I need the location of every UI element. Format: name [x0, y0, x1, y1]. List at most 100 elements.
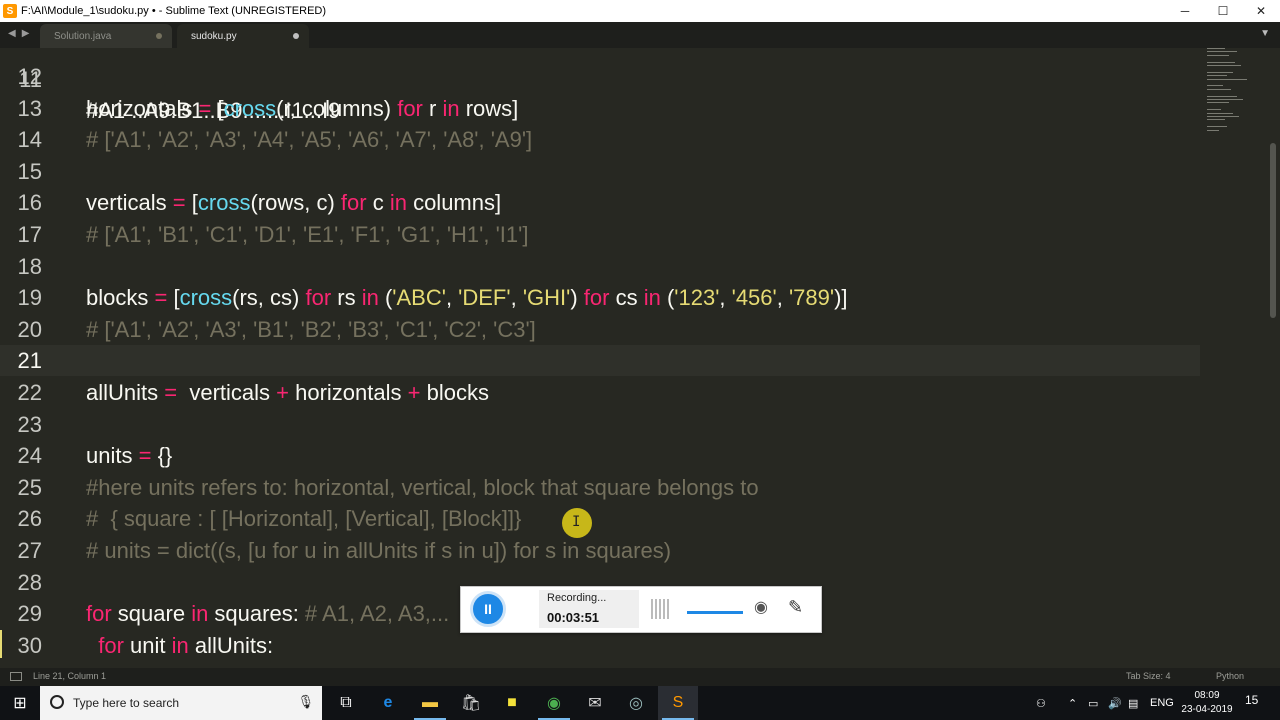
line-number: 21 [17, 348, 42, 374]
file-explorer-icon[interactable]: ▬ [410, 686, 450, 720]
minimap-line [1207, 75, 1227, 77]
tab-sudoku-py[interactable]: sudoku.py [177, 24, 309, 48]
mail-icon[interactable]: ✉ [575, 686, 615, 720]
code-line[interactable]: 24 units = {} [0, 440, 1200, 471]
network-icon[interactable]: ▤ [1128, 686, 1138, 720]
recorder-app-icon[interactable]: ◎ [616, 686, 656, 720]
code-line[interactable]: 21 [0, 345, 1200, 377]
code-line[interactable]: 15 [0, 156, 1200, 187]
code-token: # ['A1', 'B1', 'C1', 'D1', 'E1', 'F1', '… [86, 222, 529, 247]
recording-status: Recording... [547, 592, 607, 604]
minimap-line [1207, 102, 1229, 104]
tab-solution-java[interactable]: Solution.java [40, 24, 172, 48]
code-line[interactable]: 25 #here units refers to: horizontal, ver… [0, 472, 1200, 503]
sticky-notes-icon[interactable]: ■ [492, 686, 532, 720]
vertical-scrollbar[interactable] [1270, 143, 1276, 318]
minimap-line [1207, 78, 1247, 80]
code-line[interactable]: 27 # units = dict((s, [u for u in allUnit… [0, 535, 1200, 566]
minimap-line [1207, 116, 1239, 117]
code-text: verticals = [cross(rows, c) for c in col… [86, 187, 501, 218]
sublime-text-taskbar-icon[interactable]: S [658, 686, 698, 720]
code-text: # ['A1', 'A2', 'A3', 'B1', 'B2', 'B3', '… [86, 314, 536, 345]
maximize-button[interactable]: ☐ [1204, 0, 1242, 22]
code-token: 'GHI' [522, 285, 571, 311]
code-line[interactable]: 26 # { square : [ [Horizontal], [Vertical… [0, 503, 1200, 534]
code-line[interactable]: 14 # ['A1', 'A2', 'A3', 'A4', 'A5', 'A6',… [0, 124, 1200, 155]
code-editor[interactable]: 11 #A1 ..A9.B1..B9.......I1...I9 12 13 hor… [0, 48, 1280, 668]
code-line[interactable]: 22 allUnits = verticals + horizontals + b… [0, 377, 1200, 408]
pen-icon[interactable]: ✎ [788, 597, 808, 621]
syntax-setting[interactable]: Python [1216, 671, 1244, 681]
code-token: blocks [86, 285, 155, 311]
minimap-line [1207, 129, 1219, 131]
code-token: , [510, 285, 523, 311]
window-controls: ─ ☐ ✕ [1166, 0, 1280, 22]
code-line[interactable]: 20 # ['A1', 'A2', 'A3', 'B1', 'B2', 'B3',… [0, 314, 1200, 345]
code-token: verticals [177, 380, 277, 405]
people-icon[interactable]: ⚇ [1036, 686, 1046, 720]
code-line[interactable]: 30 for unit in allUnits: [0, 630, 1200, 661]
input-language[interactable]: ENG [1150, 686, 1174, 720]
code-token: for [305, 285, 332, 311]
code-token: (rows, c) [250, 190, 341, 216]
code-token: squares: [208, 601, 305, 627]
code-token: ( [378, 285, 393, 311]
tab-dirty-indicator-icon[interactable] [156, 33, 162, 39]
volume-icon[interactable]: 🔊 [1108, 686, 1122, 720]
code-token: cross [179, 285, 233, 311]
minimap-line [1207, 99, 1243, 100]
close-button[interactable]: ✕ [1242, 0, 1280, 22]
minimap-line [1207, 61, 1235, 63]
code-line[interactable]: 13 horizontals = [cross(r, columns) for r… [0, 93, 1200, 124]
window-title: F:\AI\Module_1\sudoku.py • - Sublime Tex… [21, 5, 327, 17]
line-number: 27 [17, 538, 42, 563]
code-token: for [340, 190, 367, 216]
battery-icon[interactable]: ▭ [1088, 686, 1098, 720]
code-token: verticals [86, 190, 173, 216]
code-line[interactable]: 23 [0, 409, 1200, 440]
code-token: horizontals [86, 95, 199, 121]
code-token: 'DEF' [458, 285, 511, 311]
line-number: 22 [17, 380, 42, 405]
code-token: for [397, 95, 423, 121]
line-number: 16 [17, 190, 42, 216]
code-token: = [138, 443, 152, 469]
store-icon[interactable]: 🛍 [451, 686, 491, 720]
code-text: for square in squares: # A1, A2, A3,... [86, 598, 449, 629]
minimap[interactable] [1205, 48, 1257, 138]
action-center-icon[interactable]: 15 [1245, 693, 1263, 711]
minimize-button[interactable]: ─ [1166, 0, 1204, 22]
code-line[interactable]: 16 verticals = [cross(rows, c) for c in c… [0, 187, 1200, 218]
code-line[interactable]: 17 # ['A1', 'B1', 'C1', 'D1', 'E1', 'F1',… [0, 219, 1200, 250]
panel-toggle-icon[interactable] [10, 672, 22, 681]
volume-slider[interactable] [687, 611, 743, 614]
chrome-icon[interactable]: ◉ [534, 686, 574, 720]
audio-level-icon [651, 599, 671, 619]
pause-recording-button[interactable]: II [470, 591, 506, 627]
code-token: '123' [674, 285, 720, 311]
line-number: 28 [17, 569, 42, 595]
tab-list-dropdown-icon[interactable]: ▼ [1260, 28, 1270, 39]
code-token: in [643, 285, 661, 311]
minimap-line [1207, 112, 1233, 114]
minimap-line [1207, 54, 1229, 56]
task-view-icon[interactable]: ⧉ [326, 686, 366, 720]
tab-size-setting[interactable]: Tab Size: 4 [1126, 671, 1171, 681]
tab-dirty-indicator-icon[interactable] [293, 33, 299, 39]
code-text: allUnits = verticals + horizontals + blo… [86, 377, 489, 408]
line-number: 12 [17, 64, 42, 89]
microphone-icon[interactable]: 🎙 [297, 694, 314, 710]
title-bar: S F:\AI\Module_1\sudoku.py • - Sublime T… [0, 0, 1280, 22]
code-line[interactable]: 12 [0, 61, 1200, 92]
taskbar-search[interactable]: Type here to search 🎙 [40, 686, 322, 720]
edge-browser-icon[interactable]: e [368, 686, 408, 720]
code-line[interactable]: 18 [0, 251, 1200, 282]
taskbar-clock[interactable]: 08:09 23-04-2019 [1175, 689, 1239, 717]
webcam-icon[interactable]: ◉ [754, 597, 774, 621]
line-number: 15 [17, 158, 42, 184]
clock-date: 23-04-2019 [1181, 704, 1233, 715]
code-line[interactable]: 19 blocks = [cross(rs, cs) for rs in ('AB… [0, 282, 1200, 313]
windows-start-icon[interactable]: ⊞ [0, 686, 40, 720]
show-hidden-icons-icon[interactable]: ⌃ [1068, 686, 1077, 720]
tab-navigation-arrows-icon[interactable]: ◀▶ [8, 28, 35, 39]
